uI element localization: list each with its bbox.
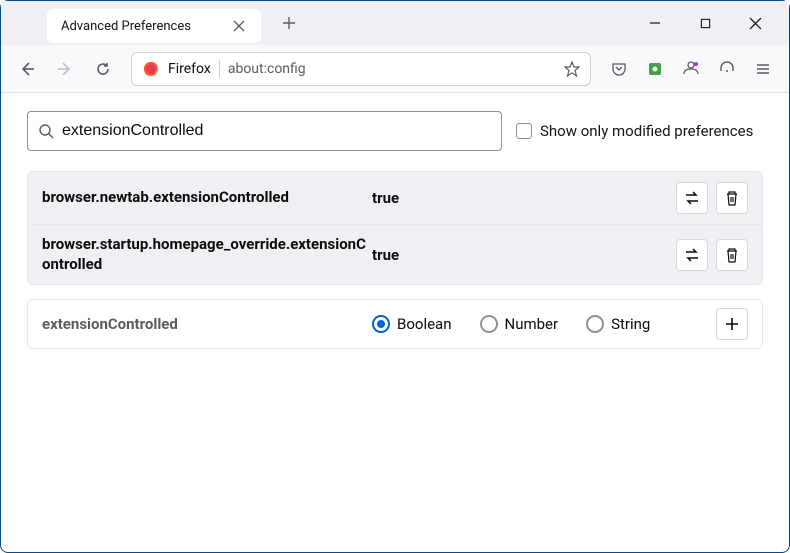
forward-button[interactable]: [49, 53, 81, 85]
window-titlebar: Advanced Preferences: [1, 1, 789, 45]
radio-label: Boolean: [397, 315, 452, 333]
minimize-button[interactable]: [639, 7, 671, 39]
maximize-button[interactable]: [689, 7, 721, 39]
pocket-icon[interactable]: [603, 53, 635, 85]
radio-circle: [586, 315, 604, 333]
account-icon[interactable]: [675, 53, 707, 85]
radio-string[interactable]: String: [586, 315, 650, 333]
preference-value: true: [372, 189, 676, 207]
toggle-button[interactable]: [676, 239, 708, 271]
reload-button[interactable]: [87, 53, 119, 85]
preference-row[interactable]: browser.newtab.extensionControlled true: [28, 172, 762, 225]
checkbox-box: [516, 123, 532, 139]
content-area: Show only modified preferences browser.n…: [1, 93, 789, 367]
url-separator: [219, 60, 220, 78]
close-tab-icon[interactable]: [231, 18, 247, 34]
radio-boolean[interactable]: Boolean: [372, 315, 452, 333]
delete-button[interactable]: [716, 239, 748, 271]
preference-key: browser.startup.homepage_override.extens…: [42, 235, 372, 274]
toggle-button[interactable]: [676, 182, 708, 214]
firefox-logo-icon: [142, 60, 160, 78]
delete-button[interactable]: [716, 182, 748, 214]
close-window-button[interactable]: [739, 7, 771, 39]
new-tab-button[interactable]: [275, 9, 303, 37]
browser-tab[interactable]: Advanced Preferences: [47, 9, 261, 43]
preference-key: browser.newtab.extensionControlled: [42, 188, 372, 208]
tab-title: Advanced Preferences: [61, 19, 191, 34]
preference-row[interactable]: browser.startup.homepage_override.extens…: [28, 225, 762, 284]
search-row: Show only modified preferences: [27, 111, 763, 151]
radio-label: String: [611, 315, 650, 333]
overflow-icon[interactable]: [711, 53, 743, 85]
add-button[interactable]: [716, 308, 748, 340]
checkbox-label: Show only modified preferences: [540, 122, 753, 140]
menu-icon[interactable]: [747, 53, 779, 85]
preference-value: true: [372, 246, 676, 264]
url-text: about:config: [228, 61, 556, 77]
radio-circle: [480, 315, 498, 333]
search-box[interactable]: [27, 111, 502, 151]
url-bar[interactable]: Firefox about:config: [131, 52, 591, 86]
new-preference-name: extensionControlled: [42, 315, 372, 333]
toolbar-icons: [603, 53, 779, 85]
type-radio-group: Boolean Number String: [372, 315, 716, 333]
search-icon: [38, 123, 54, 139]
browser-toolbar: Firefox about:config: [1, 45, 789, 93]
preference-actions: [676, 239, 748, 271]
new-preference-row: extensionControlled Boolean Number Strin…: [27, 299, 763, 349]
radio-label: Number: [505, 315, 559, 333]
modified-only-checkbox[interactable]: Show only modified preferences: [516, 122, 753, 140]
bookmark-star-icon[interactable]: [564, 61, 580, 77]
radio-number[interactable]: Number: [480, 315, 559, 333]
back-button[interactable]: [11, 53, 43, 85]
preference-table: browser.newtab.extensionControlled true …: [27, 171, 763, 285]
window-controls: [639, 7, 781, 39]
extension-icon[interactable]: [639, 53, 671, 85]
preference-actions: [676, 182, 748, 214]
search-input[interactable]: [62, 122, 491, 140]
url-brand-label: Firefox: [168, 61, 211, 77]
radio-circle: [372, 315, 390, 333]
